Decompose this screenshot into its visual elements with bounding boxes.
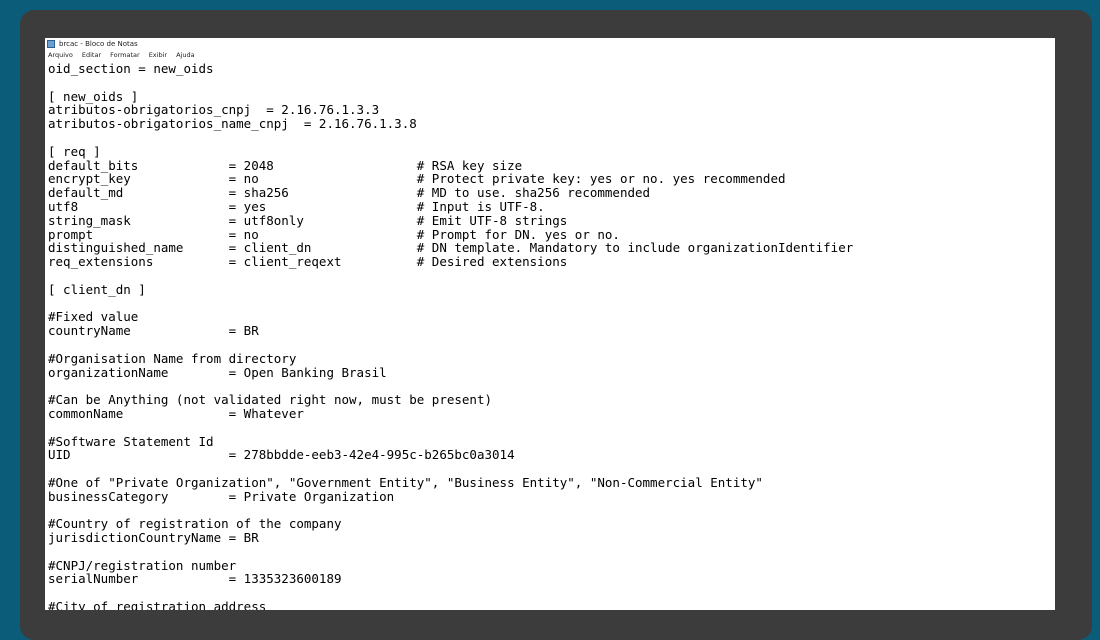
text-line: encrypt_key = no # Protect private key: … xyxy=(48,171,786,187)
text-line: [ req ] xyxy=(48,143,101,159)
text-line: #CNPJ/registration number xyxy=(48,557,237,573)
text-line xyxy=(48,131,1055,145)
title-bar: brcac - Bloco de Notas xyxy=(45,38,1055,50)
text-line: organizationName = Open Banking Brasil xyxy=(48,364,387,380)
menu-exibir[interactable]: Exibir xyxy=(149,51,167,59)
menu-ajuda[interactable]: Ajuda xyxy=(176,51,194,59)
text-line: businessCategory = Private Organization xyxy=(48,488,395,504)
text-line: #Can be Anything (not validated right no… xyxy=(48,392,493,408)
text-line: utf8 = yes # Input is UTF-8. xyxy=(48,198,545,214)
text-line: string_mask = utf8only # Emit UTF-8 stri… xyxy=(48,212,568,228)
notepad-window: brcac - Bloco de Notas Arquivo Editar Form… xyxy=(45,38,1055,610)
text-line xyxy=(48,379,1055,393)
text-editor[interactable]: oid_section = new_oids[ new_oids ] atribu… xyxy=(48,62,1055,610)
menu-editar[interactable]: Editar xyxy=(82,51,101,59)
text-line: countryName = BR xyxy=(48,323,259,339)
text-line: UID = 278bbdde-eeb3-42e4-995c-b265bc0a30… xyxy=(48,447,515,463)
text-line xyxy=(48,504,1055,518)
text-line xyxy=(48,269,1055,283)
menu-arquivo[interactable]: Arquivo xyxy=(48,51,73,59)
text-line xyxy=(48,462,1055,476)
text-line: default_md = sha256 # MD to use. sha256 … xyxy=(48,185,651,201)
text-line: #Software Statement Id xyxy=(48,433,214,449)
text-line: req_extensions = client_reqext # Desired… xyxy=(48,254,568,270)
text-line xyxy=(48,338,1055,352)
window-title: brcac - Bloco de Notas xyxy=(59,40,138,48)
text-line: commonName = Whatever xyxy=(48,405,304,421)
text-line xyxy=(48,76,1055,90)
text-line: oid_section = new_oids xyxy=(48,61,214,76)
text-line: #Fixed value xyxy=(48,309,139,325)
text-line: serialNumber = 1335323600189 xyxy=(48,571,342,587)
text-line: atributos-obrigatorios_name_cnpj = 2.16.… xyxy=(48,116,417,132)
text-line: #Country of registration of the company xyxy=(48,516,342,532)
text-line xyxy=(48,297,1055,311)
notepad-icon xyxy=(47,40,55,48)
text-line xyxy=(48,421,1055,435)
text-line: jurisdictionCountryName = BR xyxy=(48,530,259,546)
text-line xyxy=(48,586,1055,600)
text-line: [ client_dn ] xyxy=(48,281,146,297)
text-line xyxy=(48,545,1055,559)
menu-formatar[interactable]: Formatar xyxy=(110,51,140,59)
text-line: #One of "Private Organization", "Governm… xyxy=(48,474,763,490)
text-line: prompt = no # Prompt for DN. yes or no. xyxy=(48,226,620,242)
text-line: distinguished_name = client_dn # DN temp… xyxy=(48,240,854,256)
text-line: atributos-obrigatorios_cnpj = 2.16.76.1.… xyxy=(48,102,380,118)
text-line: #Organisation Name from directory xyxy=(48,350,297,366)
menu-bar: Arquivo Editar Formatar Exibir Ajuda xyxy=(45,50,1055,60)
text-line: #City of registration address xyxy=(48,599,267,610)
text-line: default_bits = 2048 # RSA key size xyxy=(48,157,523,173)
text-line: [ new_oids ] xyxy=(48,88,139,104)
